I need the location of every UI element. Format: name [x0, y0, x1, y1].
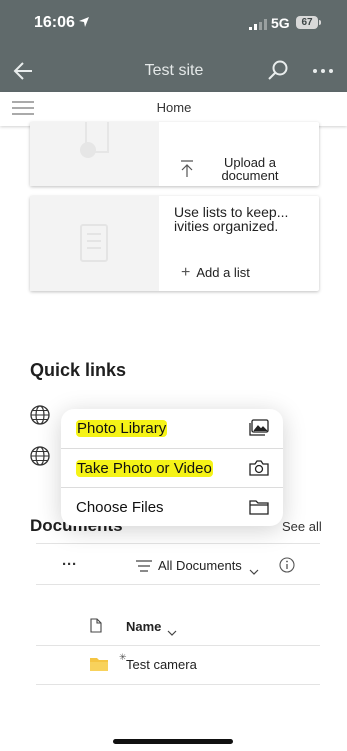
chevron-down-icon[interactable]	[249, 562, 259, 580]
see-all-link[interactable]: See all	[282, 519, 322, 534]
network-type: 5G	[271, 15, 290, 31]
more-options-button[interactable]	[310, 58, 336, 84]
choose-files-option[interactable]: Choose Files	[61, 488, 283, 526]
menu-button[interactable]	[12, 100, 34, 116]
file-type-icon	[90, 618, 102, 638]
photo-library-option[interactable]: Photo Library	[61, 409, 283, 448]
choose-files-label: Choose Files	[76, 499, 164, 516]
divider	[36, 584, 320, 585]
nav-home[interactable]: Home	[120, 100, 228, 115]
folder-icon	[90, 657, 108, 676]
back-button[interactable]	[10, 58, 38, 84]
battery-indicator: 67	[296, 16, 318, 29]
file-name[interactable]: Test camera	[126, 657, 197, 672]
photo-library-label: Photo Library	[76, 420, 168, 437]
add-list-link[interactable]: + Add a list	[181, 264, 250, 282]
photo-library-icon	[249, 419, 269, 436]
take-photo-label: Take Photo or Video	[76, 460, 213, 477]
document-icon	[80, 122, 109, 158]
upload-icon	[180, 160, 194, 183]
card-description: Use lists to keep... ivities organized.	[174, 204, 289, 234]
info-icon[interactable]	[279, 557, 295, 578]
view-options-icon[interactable]	[136, 559, 152, 577]
action-sheet: Photo Library Take Photo or Video Choose…	[61, 409, 283, 526]
back-arrow-icon	[13, 62, 32, 80]
signal-icon	[249, 17, 267, 35]
quick-links-title: Quick links	[30, 360, 127, 380]
globe-icon[interactable]	[30, 405, 50, 430]
divider	[36, 543, 320, 544]
upload-document-link[interactable]: Upload a document	[205, 156, 295, 182]
location-arrow-icon	[78, 15, 90, 33]
take-photo-option[interactable]: Take Photo or Video	[61, 449, 283, 488]
list-icon	[80, 224, 108, 262]
camera-icon	[249, 460, 269, 476]
home-indicator[interactable]	[113, 739, 233, 744]
card-image	[30, 122, 159, 186]
divider	[36, 684, 320, 685]
name-column-header[interactable]: Name	[126, 619, 161, 634]
view-selector[interactable]: All Documents	[158, 558, 242, 573]
search-button[interactable]	[265, 58, 291, 84]
search-icon	[268, 60, 288, 80]
chevron-down-icon[interactable]	[167, 623, 177, 641]
card-image	[30, 196, 159, 291]
more-actions-button[interactable]: ···	[62, 556, 77, 573]
page-title: Test site	[144, 62, 204, 79]
plus-icon: +	[181, 264, 191, 281]
add-list-label: Add a list	[196, 265, 250, 280]
hamburger-icon	[12, 101, 34, 115]
folder-icon	[249, 500, 269, 515]
status-time: 16:06	[34, 14, 75, 31]
globe-icon[interactable]	[30, 446, 50, 471]
more-dots-icon	[313, 69, 333, 73]
divider	[36, 645, 320, 646]
